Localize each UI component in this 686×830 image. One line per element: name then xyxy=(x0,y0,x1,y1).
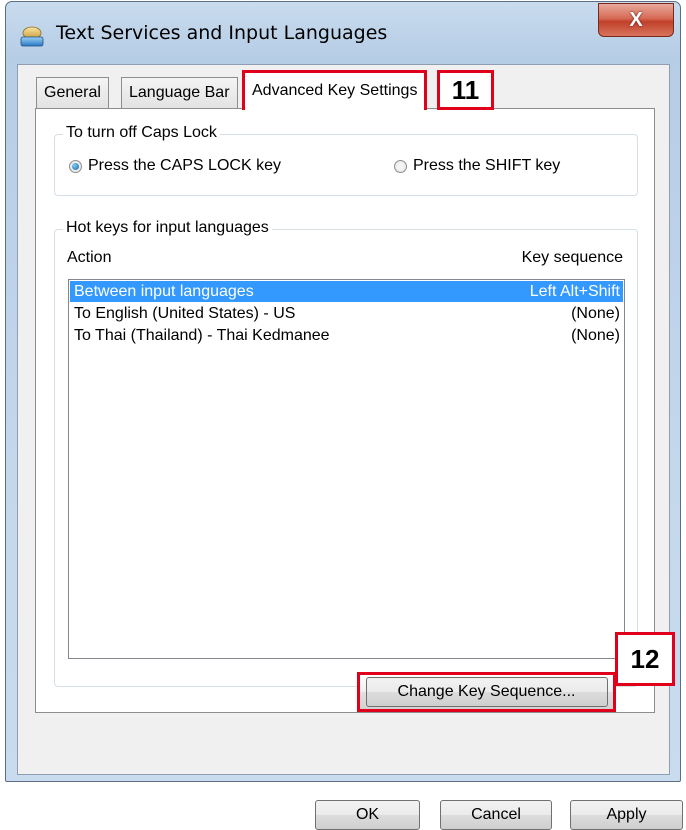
radio-caps-lock-key[interactable]: Press the CAPS LOCK key xyxy=(69,157,281,175)
callout-marker-11: 11 xyxy=(437,70,494,110)
list-item-sequence: (None) xyxy=(571,326,620,344)
change-key-sequence-button[interactable]: Change Key Sequence... xyxy=(357,672,616,712)
radio-shift-label: Press the SHIFT key xyxy=(413,157,561,174)
list-item-sequence: (None) xyxy=(571,304,620,322)
cancel-button[interactable]: Cancel xyxy=(440,800,552,830)
tab-advanced-key-settings[interactable]: Advanced Key Settings xyxy=(242,70,428,110)
list-item[interactable]: To Thai (Thailand) - Thai Kedmanee (None… xyxy=(70,325,623,346)
tab-general[interactable]: General xyxy=(36,77,109,109)
callout-marker-12: 12 xyxy=(615,632,675,686)
list-item-action: To Thai (Thailand) - Thai Kedmanee xyxy=(74,326,330,344)
list-item-action: To English (United States) - US xyxy=(74,304,296,322)
window-title: Text Services and Input Languages xyxy=(56,22,388,44)
hotkeys-group: Hot keys for input languages Action Key … xyxy=(54,219,638,687)
hotkeys-legend: Hot keys for input languages xyxy=(63,219,272,237)
caps-lock-group: To turn off Caps Lock Press the CAPS LOC… xyxy=(54,124,638,196)
close-icon: X xyxy=(629,8,643,31)
list-item[interactable]: Between input languages Left Alt+Shift xyxy=(70,281,623,302)
close-button[interactable]: X xyxy=(598,3,674,37)
radio-shift-key[interactable]: Press the SHIFT key xyxy=(394,157,560,175)
caps-lock-legend: To turn off Caps Lock xyxy=(63,124,220,142)
list-item[interactable]: To English (United States) - US (None) xyxy=(70,303,623,324)
list-item-sequence: Left Alt+Shift xyxy=(529,282,620,300)
dialog-window: Text Services and Input Languages X Gene… xyxy=(5,1,683,830)
radio-unchecked-icon[interactable] xyxy=(394,159,407,173)
hotkeys-list[interactable]: Between input languages Left Alt+Shift T… xyxy=(68,279,625,659)
title-bar[interactable]: Text Services and Input Languages X xyxy=(6,2,680,64)
list-item-action: Between input languages xyxy=(74,282,254,300)
tab-language-bar[interactable]: Language Bar xyxy=(121,77,238,109)
change-key-sequence-label: Change Key Sequence... xyxy=(365,677,608,707)
column-header-key-sequence[interactable]: Key sequence xyxy=(522,249,623,267)
radio-checked-icon[interactable] xyxy=(69,159,82,173)
ok-button[interactable]: OK xyxy=(315,800,420,830)
dialog-client-area: General Language Bar Advanced Key Settin… xyxy=(17,64,683,830)
radio-caps-lock-label: Press the CAPS LOCK key xyxy=(88,157,281,174)
column-header-action[interactable]: Action xyxy=(67,249,111,267)
apply-button[interactable]: Apply xyxy=(570,800,683,830)
advanced-key-settings-panel: To turn off Caps Lock Press the CAPS LOC… xyxy=(35,108,655,713)
keyboard-app-icon xyxy=(20,26,44,48)
